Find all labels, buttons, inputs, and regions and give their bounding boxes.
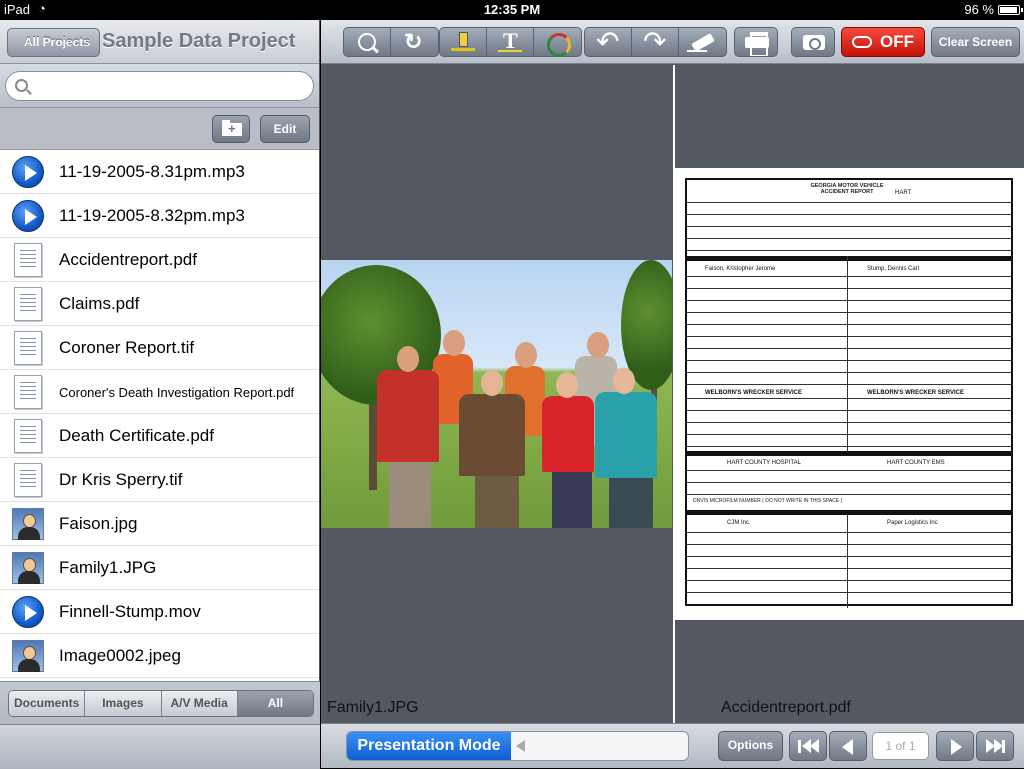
file-list: 11-19-2005-8.31pm.mp3 11-19-2005-8.32pm.… <box>0 150 319 682</box>
options-button[interactable]: Options <box>718 731 783 761</box>
image-icon <box>12 552 44 584</box>
viewer-area: OFF Clear Screen <box>321 20 1024 768</box>
search-input[interactable] <box>36 76 306 96</box>
status-time: 12:35 PM <box>483 2 541 17</box>
file-item[interactable]: Finnell-Stump.mov <box>0 590 319 634</box>
file-item[interactable]: Dr Kris Sperry.tif <box>0 458 319 502</box>
left-document-pane[interactable]: Family1.JPG <box>321 65 673 723</box>
status-bar: iPad ◔ 12:35 PM 96 % <box>0 0 1024 20</box>
markup-tools-group <box>439 27 582 57</box>
file-item[interactable]: 11-19-2005-8.32pm.mp3 <box>0 194 319 238</box>
redo-icon[interactable] <box>632 28 679 56</box>
right-document-pane[interactable]: GEORGIA MOTOR VEHICLE ACCIDENT REPORT HA… <box>675 65 1024 723</box>
text-tool-icon[interactable] <box>487 28 534 56</box>
image-icon <box>12 640 44 672</box>
right-pane-caption: Accidentreport.pdf <box>721 699 851 716</box>
file-name: Accidentreport.pdf <box>59 250 197 269</box>
play-icon <box>12 200 44 232</box>
file-name: Image0002.jpeg <box>59 646 181 665</box>
camera-button[interactable] <box>791 27 835 57</box>
filter-all[interactable]: All <box>237 691 313 716</box>
file-item[interactable]: Coroner Report.tif <box>0 326 319 370</box>
file-item[interactable]: Claims.pdf <box>0 282 319 326</box>
filter-segmented-control: Documents Images A/V Media All <box>8 690 314 717</box>
project-title: Sample Data Project <box>102 30 296 52</box>
folder-add-icon <box>222 116 242 142</box>
switch-knob-icon <box>511 732 529 760</box>
record-state-label: OFF <box>880 32 914 51</box>
left-pane-caption: Family1.JPG <box>327 699 419 716</box>
file-name: Finnell-Stump.mov <box>59 602 201 621</box>
camera-icon <box>792 28 834 56</box>
file-item[interactable]: Death Certificate.pdf <box>0 414 319 458</box>
first-page-button[interactable] <box>789 731 827 761</box>
document-icon <box>14 419 42 453</box>
view-tools-group <box>343 27 439 57</box>
file-name: 11-19-2005-8.31pm.mp3 <box>59 162 245 181</box>
document-icon <box>14 287 42 321</box>
clear-screen-button[interactable]: Clear Screen <box>931 27 1020 57</box>
file-item[interactable]: Image0002.jpeg <box>0 634 319 678</box>
edit-button[interactable]: Edit <box>260 115 310 143</box>
page-indicator[interactable]: 1 of 1 <box>872 732 929 760</box>
document-icon <box>14 331 42 365</box>
sidebar-header: All Projects Sample Data Project <box>0 20 319 64</box>
image-icon <box>12 508 44 540</box>
print-button[interactable] <box>734 27 778 57</box>
eraser-icon[interactable] <box>679 28 726 56</box>
sidebar: All Projects Sample Data Project Edit 11… <box>0 20 320 769</box>
last-page-button[interactable] <box>976 731 1014 761</box>
undo-icon[interactable] <box>585 28 632 56</box>
filter-images[interactable]: Images <box>85 691 162 716</box>
battery-icon <box>998 5 1023 15</box>
file-item[interactable]: Family1.JPG <box>0 546 319 590</box>
accident-report-page[interactable]: GEORGIA MOTOR VEHICLE ACCIDENT REPORT HA… <box>675 168 1024 620</box>
filter-documents[interactable]: Documents <box>9 691 86 716</box>
previous-page-button[interactable] <box>829 731 867 761</box>
new-folder-button[interactable] <box>212 115 250 143</box>
file-name: Dr Kris Sperry.tif <box>59 470 183 489</box>
rotate-icon[interactable] <box>391 28 438 56</box>
file-item[interactable]: Faison.jpg <box>0 502 319 546</box>
file-item[interactable]: 11-19-2005-8.31pm.mp3 <box>0 150 319 194</box>
file-name: 11-19-2005-8.32pm.mp3 <box>59 206 245 225</box>
all-projects-button[interactable]: All Projects <box>7 28 101 57</box>
next-page-button[interactable] <box>936 731 974 761</box>
file-name: Family1.JPG <box>59 558 157 577</box>
history-tools-group <box>584 27 727 57</box>
highlighter-icon[interactable] <box>440 28 487 56</box>
battery-percent: 96 % <box>964 2 994 17</box>
annotation-toolbar: OFF Clear Screen <box>321 20 1024 64</box>
zoom-icon[interactable] <box>344 28 391 56</box>
sidebar-footer: Documents Images A/V Media All <box>0 681 320 769</box>
presentation-mode-label: Presentation Mode <box>347 732 511 760</box>
play-icon <box>12 156 44 188</box>
file-name: Coroner's Death Investigation Report.pdf <box>59 385 295 400</box>
sidebar-actions: Edit <box>0 108 319 150</box>
search-bar <box>0 64 319 108</box>
file-name: Coroner Report.tif <box>59 338 195 357</box>
record-icon <box>852 36 872 48</box>
file-name: Claims.pdf <box>59 294 140 313</box>
family-photo[interactable] <box>321 260 672 528</box>
search-field[interactable] <box>5 71 314 101</box>
file-item[interactable]: Accidentreport.pdf <box>0 238 319 282</box>
stamp-icon[interactable] <box>534 28 581 56</box>
bottom-toolbar: Presentation Mode Options 1 of 1 <box>321 723 1024 768</box>
search-icon <box>15 79 28 92</box>
document-icon <box>14 463 42 497</box>
file-name: Faison.jpg <box>59 514 138 533</box>
document-icon <box>14 243 42 277</box>
file-item[interactable]: Coroner's Death Investigation Report.pdf <box>0 370 319 414</box>
printer-icon <box>735 28 777 56</box>
presentation-mode-switch[interactable]: Presentation Mode <box>346 731 689 761</box>
sidebar-bottom-bar <box>0 724 320 769</box>
filter-av-media[interactable]: A/V Media <box>161 691 238 716</box>
accident-report-form: GEORGIA MOTOR VEHICLE ACCIDENT REPORT HA… <box>685 178 1013 608</box>
document-icon <box>14 375 42 409</box>
file-name: Death Certificate.pdf <box>59 426 214 445</box>
play-icon <box>12 596 44 628</box>
record-toggle-button[interactable]: OFF <box>841 27 925 57</box>
